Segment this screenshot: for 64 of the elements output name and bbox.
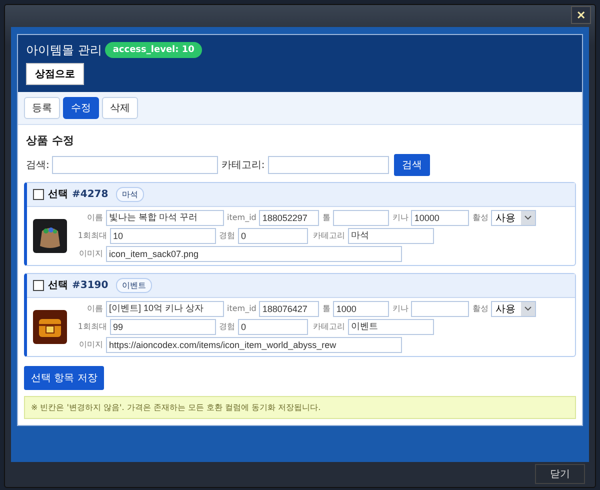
save-selected-button[interactable]: 선택 항목 저장 (24, 366, 104, 390)
input-field[interactable]: 1000 (333, 300, 390, 317)
input-field[interactable]: icon_item_sack07.png (106, 246, 402, 262)
sack-icon (33, 218, 67, 253)
input-field[interactable]: 99 (110, 318, 216, 335)
category-tag: 마석 (116, 186, 144, 202)
item-number: #4278 (72, 188, 108, 200)
close-dialog-button[interactable]: 닫기 (535, 464, 585, 484)
chest-icon (33, 310, 67, 344)
field-label: 카테고리 (312, 321, 345, 332)
input-field[interactable] (333, 210, 390, 226)
page-title: 아이템몰 관리 (26, 42, 102, 59)
field-label: 1회최대 (76, 321, 107, 332)
field-label: 이미지 (78, 339, 103, 350)
field-label: 톨 (322, 303, 330, 314)
active-select[interactable]: 사용 (491, 210, 536, 226)
select-label: 선택 (48, 279, 68, 292)
field-label: 활성 (472, 212, 488, 224)
tab[interactable]: 수정 (63, 96, 99, 119)
field-label: 키나 (392, 303, 408, 314)
input-field[interactable]: 이벤트 (348, 318, 434, 335)
input-field[interactable]: 188052297 (259, 210, 320, 226)
item-number: #3190 (72, 280, 108, 291)
field-label: 경험 (219, 321, 235, 332)
field-label: item_id (227, 304, 256, 314)
field-label: 톨 (322, 212, 330, 224)
search-label: 검색: (26, 158, 50, 172)
back-to-shop-button[interactable]: 상점으로 (26, 62, 84, 85)
field-label: 이름 (86, 303, 103, 314)
close-button[interactable]: ✕ (571, 6, 591, 24)
select-checkbox[interactable] (33, 188, 44, 200)
search-field[interactable] (52, 156, 218, 174)
input-field[interactable]: 0 (238, 228, 308, 244)
tab[interactable]: 등록 (24, 96, 60, 119)
input-field[interactable]: [이벤트] 10억 키나 상자 (106, 300, 224, 317)
field-label: 경험 (219, 230, 235, 242)
input-field[interactable]: 10000 (411, 210, 470, 226)
field-label: 키나 (392, 212, 408, 224)
tab[interactable]: 삭제 (102, 96, 138, 119)
input-field[interactable]: https://aioncodex.com/items/icon_item_world_abyss_rew (106, 336, 402, 353)
category-tag: 이벤트 (116, 278, 152, 293)
info-note: ※ 빈칸은 '변경하지 않음'. 가격은 존재하는 모든 호환 컬럼에 동기화 저장됩니다. (24, 396, 576, 419)
field-label: 1회최대 (76, 230, 107, 242)
category-label: 카테고리: (221, 158, 265, 172)
field-label: 카테고리 (312, 230, 345, 242)
field-label: 이름 (86, 212, 103, 224)
input-field[interactable]: 188076427 (259, 300, 320, 317)
search-button[interactable]: 검색 (394, 154, 430, 176)
input-field[interactable]: 0 (238, 318, 308, 335)
section-title: 상품 수정 (26, 132, 75, 148)
input-field[interactable]: 10 (110, 228, 216, 244)
access-badge: access_level: 10 (104, 42, 202, 58)
caret-icon (521, 302, 536, 316)
input-field[interactable]: 마석 (348, 228, 434, 244)
input-field[interactable] (411, 300, 470, 317)
caret-icon (521, 210, 536, 225)
select-label: 선택 (48, 188, 68, 202)
input-field[interactable]: 빛나는 복합 마석 꾸러 (106, 210, 224, 226)
field-label: 이미지 (78, 248, 103, 260)
active-select[interactable]: 사용 (491, 300, 536, 317)
field-label: 활성 (472, 303, 488, 314)
select-checkbox[interactable] (33, 280, 44, 291)
field-label: item_id (227, 213, 256, 222)
category-search-field[interactable] (268, 156, 389, 174)
